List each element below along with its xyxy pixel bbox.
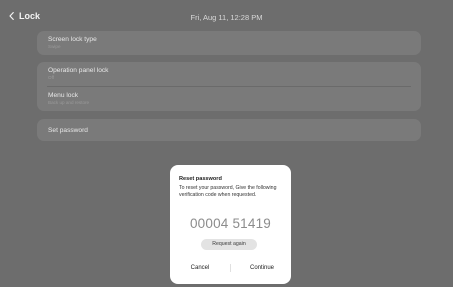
menu-lock-row[interactable]: Menu lock Back up and restore (37, 87, 421, 111)
screen-lock-type-value: Swipe (48, 44, 61, 49)
screen-lock-type-row[interactable]: Screen lock type Swipe (37, 31, 421, 55)
actions-divider (230, 264, 231, 272)
operation-panel-lock-title: Operation panel lock (48, 67, 109, 74)
screen-lock-type-card: Screen lock type Swipe (37, 31, 421, 55)
operation-panel-lock-row[interactable]: Operation panel lock Off (37, 62, 421, 86)
top-bar: Lock Fri, Aug 11, 12:28 PM (0, 0, 453, 30)
menu-lock-value: Back up and restore (48, 100, 90, 105)
set-password-row[interactable]: Set password (37, 119, 421, 141)
lock-settings-screen: Lock Fri, Aug 11, 12:28 PM Screen lock t… (0, 0, 453, 287)
dialog-title: Reset password (179, 176, 222, 182)
reset-password-dialog: Reset password To reset your password, G… (170, 165, 291, 284)
panel-menu-lock-card: Operation panel lock Off Menu lock Back … (37, 62, 421, 111)
operation-panel-lock-value: Off (48, 75, 55, 80)
dialog-actions: Cancel Continue (170, 262, 291, 274)
status-datetime: Fri, Aug 11, 12:28 PM (190, 13, 263, 22)
set-password-title: Set password (48, 127, 88, 134)
screen-lock-type-title: Screen lock type (48, 36, 97, 43)
continue-button[interactable]: Continue (240, 262, 284, 274)
request-again-button[interactable]: Request again (201, 239, 257, 250)
cancel-button[interactable]: Cancel (180, 262, 220, 274)
verification-code: 00004 51419 (189, 216, 272, 231)
set-password-card: Set password (37, 119, 421, 141)
dialog-message: To reset your password, Give the followi… (179, 185, 277, 199)
menu-lock-title: Menu lock (48, 92, 79, 99)
